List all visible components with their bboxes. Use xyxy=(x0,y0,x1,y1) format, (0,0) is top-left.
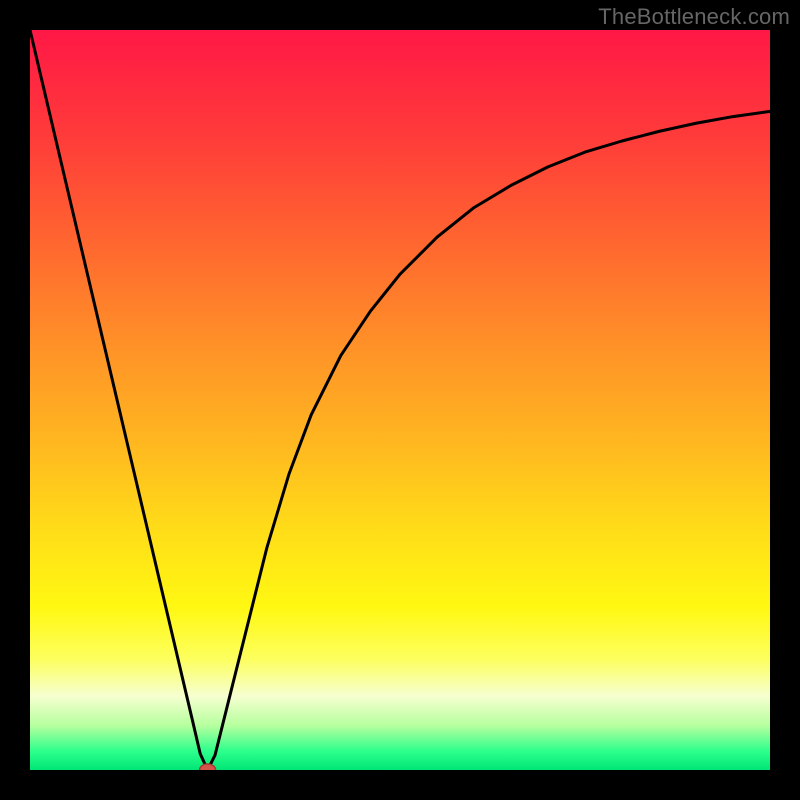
gradient-rect xyxy=(30,30,770,770)
attribution-label: TheBottleneck.com xyxy=(598,4,790,30)
plot-area xyxy=(30,30,770,770)
chart-frame: TheBottleneck.com xyxy=(0,0,800,800)
optimal-point-marker xyxy=(200,764,216,770)
chart-svg xyxy=(30,30,770,770)
